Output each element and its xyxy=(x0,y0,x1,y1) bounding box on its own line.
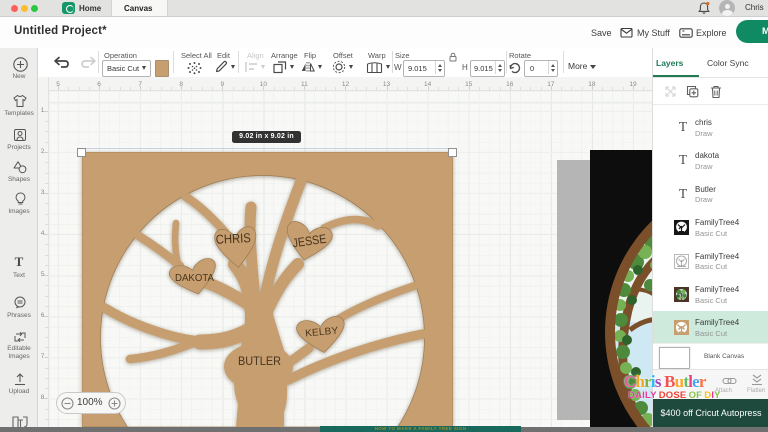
svg-text:CHRIS: CHRIS xyxy=(215,230,251,247)
svg-text:DAKOTA: DAKOTA xyxy=(175,272,214,284)
svg-text:BUTLER: BUTLER xyxy=(238,354,281,368)
